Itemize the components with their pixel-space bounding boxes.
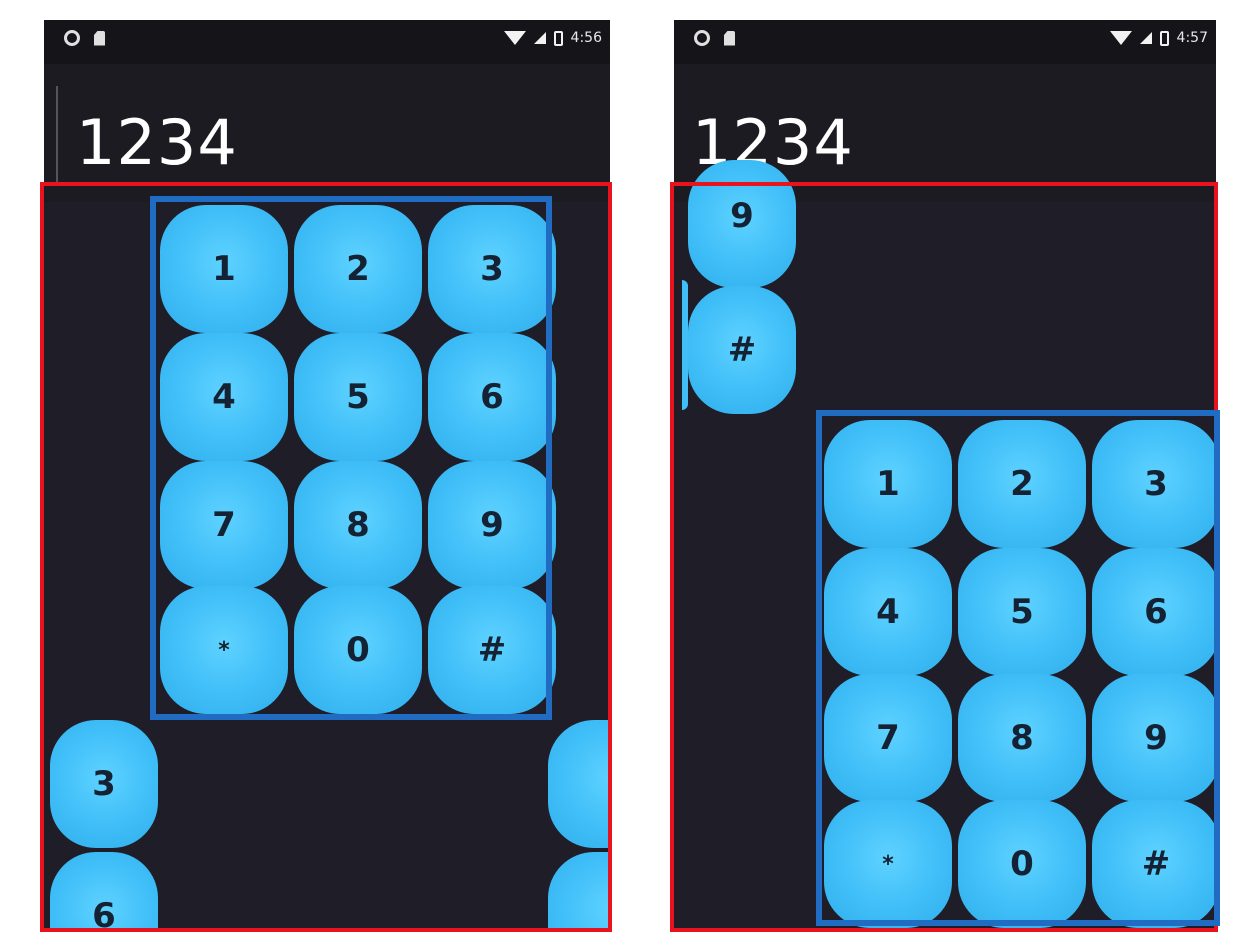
key-1[interactable]: 1	[160, 205, 288, 333]
status-time: 4:56	[570, 30, 602, 46]
key-edge-sliver	[682, 280, 688, 410]
key-8[interactable]: 8	[958, 674, 1086, 802]
key-partial-right[interactable]	[548, 720, 610, 848]
key-5[interactable]: 5	[294, 333, 422, 461]
key-6-partial[interactable]: 6	[50, 852, 158, 928]
key-9[interactable]: 9	[1092, 674, 1216, 802]
wifi-icon	[1109, 31, 1132, 45]
number-display: 1234	[44, 64, 610, 202]
key-3[interactable]: 3	[1092, 420, 1216, 548]
display-value: 1234	[76, 106, 238, 179]
key-9-partial[interactable]: 9	[688, 160, 796, 288]
key-star[interactable]: *	[824, 800, 952, 928]
key-9[interactable]: 9	[428, 461, 556, 589]
key-hash[interactable]: #	[428, 586, 556, 714]
key-2[interactable]: 2	[958, 420, 1086, 548]
phone-screen-right: 4:57 1234 9 # 1 2 3 4 5 6 7 8 9 * 0 #	[674, 20, 1216, 928]
status-bar: 4:56	[44, 20, 610, 64]
key-3-partial[interactable]: 3	[50, 720, 158, 848]
settings-notification-icon	[694, 30, 710, 46]
key-6[interactable]: 6	[428, 333, 556, 461]
key-5[interactable]: 5	[958, 548, 1086, 676]
sd-card-icon	[94, 30, 105, 46]
key-8[interactable]: 8	[294, 461, 422, 589]
wifi-icon	[503, 31, 526, 45]
key-star[interactable]: *	[160, 586, 288, 714]
settings-notification-icon	[64, 30, 80, 46]
sd-card-icon	[724, 30, 735, 46]
key-hash[interactable]: #	[1092, 800, 1216, 928]
key-1[interactable]: 1	[824, 420, 952, 548]
key-7[interactable]: 7	[824, 674, 952, 802]
key-7[interactable]: 7	[160, 461, 288, 589]
key-6[interactable]: 6	[1092, 548, 1216, 676]
key-4[interactable]: 4	[824, 548, 952, 676]
battery-icon	[553, 30, 563, 46]
cursor	[56, 86, 58, 186]
key-2[interactable]: 2	[294, 205, 422, 333]
battery-icon	[1159, 30, 1169, 46]
key-0[interactable]: 0	[294, 586, 422, 714]
status-bar: 4:57	[674, 20, 1216, 64]
key-hash-partial[interactable]: #	[688, 286, 796, 414]
key-partial-right-lower[interactable]	[548, 852, 610, 928]
key-3[interactable]: 3	[428, 205, 556, 333]
signal-icon	[1139, 32, 1152, 44]
key-4[interactable]: 4	[160, 333, 288, 461]
key-0[interactable]: 0	[958, 800, 1086, 928]
phone-screen-left: 4:56 1234 1 2 3 4 5 6 7 8 9 * 0 # 3 6	[44, 20, 610, 928]
signal-icon	[533, 32, 546, 44]
status-time: 4:57	[1176, 30, 1208, 46]
